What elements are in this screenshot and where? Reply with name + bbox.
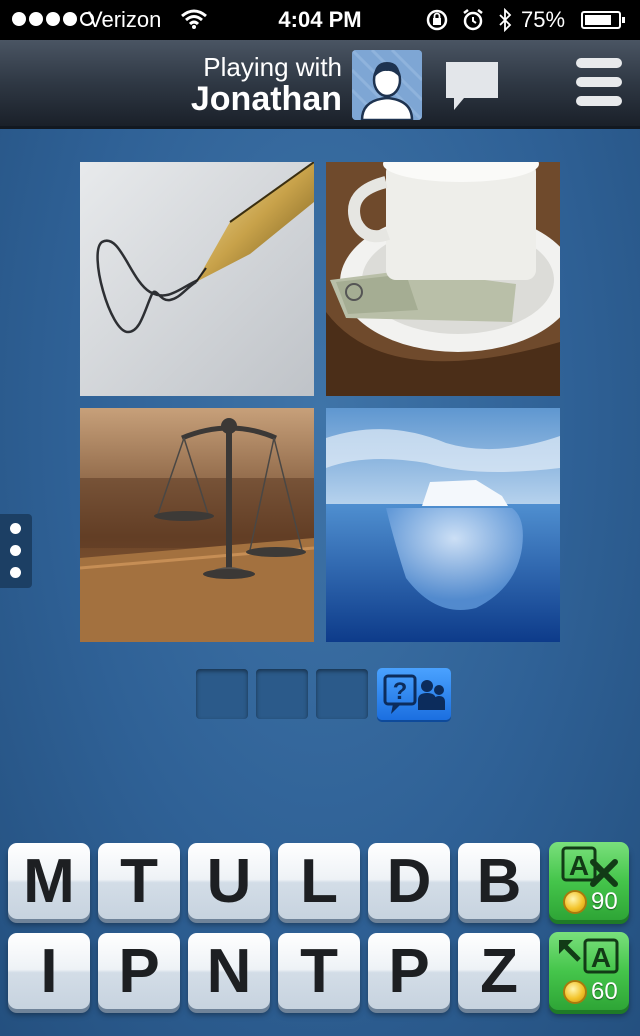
opponent-name: Jonathan (190, 80, 342, 118)
opponent-avatar[interactable] (352, 50, 422, 120)
hamburger-menu-icon[interactable] (576, 58, 622, 108)
avatar-silhouette-icon (352, 50, 422, 120)
answer-slot[interactable] (196, 669, 248, 719)
playing-with-label: Playing with (203, 52, 342, 82)
game-header: Playing with Jonathan (0, 40, 640, 129)
letter-tile[interactable]: L (278, 843, 360, 919)
battery-icon (581, 11, 625, 29)
coin-icon (563, 980, 587, 1004)
remove-letters-icon: A (561, 846, 618, 887)
letter-tile[interactable]: P (98, 933, 180, 1009)
reveal-letter-button[interactable]: A 60 (549, 932, 629, 1010)
battery-percent: 75% (521, 7, 566, 32)
clue-image-iceberg[interactable] (326, 408, 560, 642)
ask-friend-icon: ? (383, 674, 445, 714)
side-drawer-handle[interactable] (0, 514, 32, 588)
clue-image-pen-signature[interactable] (80, 162, 314, 396)
svg-text:A: A (591, 942, 611, 973)
letter-tile[interactable]: B (458, 843, 540, 919)
answer-slot[interactable] (316, 669, 368, 719)
clue-image-coffee-tip[interactable] (326, 162, 560, 396)
clue-image-scales-justice[interactable] (80, 408, 314, 642)
rotation-lock-icon (426, 9, 448, 31)
coin-icon (563, 890, 587, 914)
remove-letters-button[interactable]: A 90 (549, 842, 629, 920)
status-bar: Verizon 4:04 PM 75% (0, 0, 640, 40)
reveal-letter-cost: 60 (591, 978, 618, 1005)
remove-letters-cost: 90 (591, 888, 618, 915)
letter-tile[interactable]: Z (458, 933, 540, 1009)
alarm-icon (463, 9, 483, 31)
letter-tile[interactable]: M (8, 843, 90, 919)
letter-tile[interactable]: T (98, 843, 180, 919)
svg-text:A: A (569, 850, 589, 881)
svg-text:?: ? (393, 678, 408, 705)
letter-tile[interactable]: N (188, 933, 270, 1009)
chat-bubble-icon[interactable] (442, 58, 502, 118)
letter-tile[interactable]: D (368, 843, 450, 919)
letter-tile[interactable]: P (368, 933, 450, 1009)
letter-tile[interactable]: U (188, 843, 270, 919)
answer-slot[interactable] (256, 669, 308, 719)
letter-tile[interactable]: T (278, 933, 360, 1009)
reveal-letter-icon: A (559, 938, 619, 974)
letter-tile[interactable]: I (8, 933, 90, 1009)
bluetooth-icon (499, 8, 512, 32)
ask-friend-button[interactable]: ? (377, 668, 451, 720)
